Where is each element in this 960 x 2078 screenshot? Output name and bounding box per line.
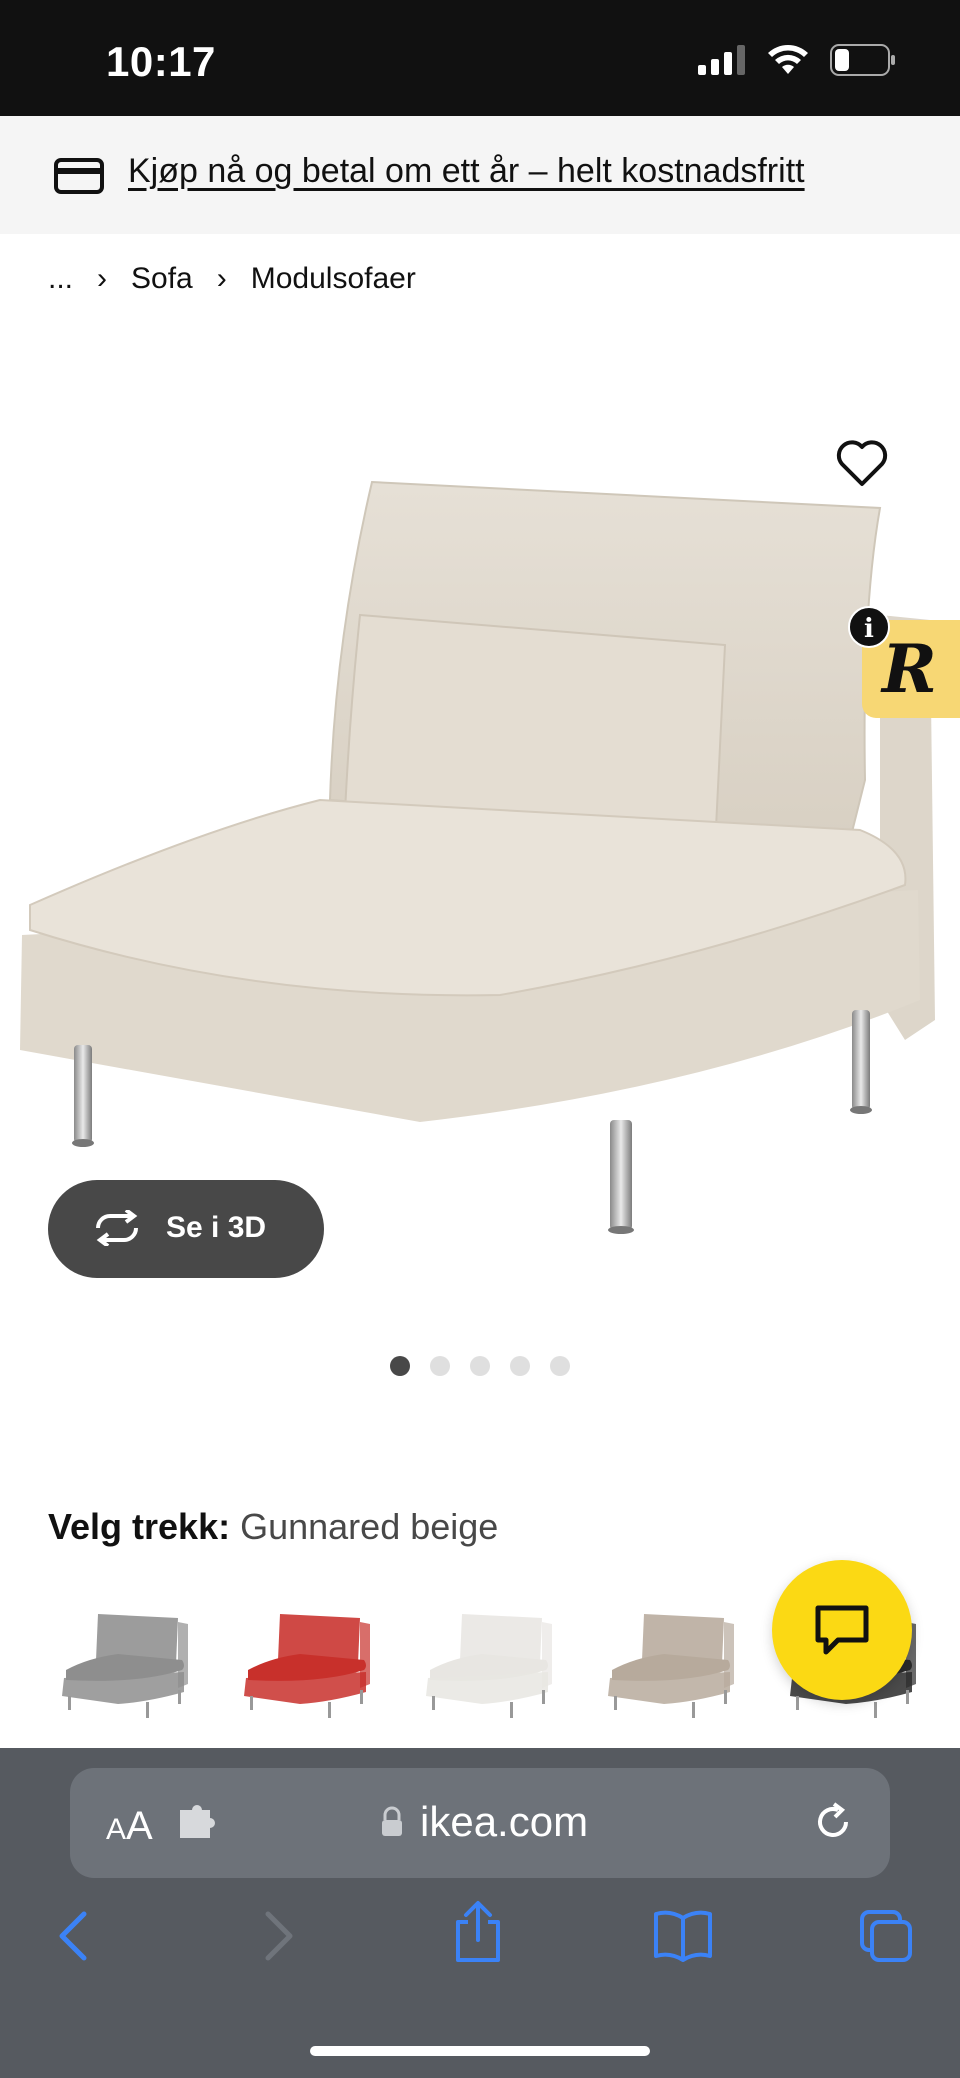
carousel-dot-4[interactable] xyxy=(510,1356,530,1376)
forward-icon[interactable] xyxy=(260,1908,300,1969)
variant-label: Velg trekk: xyxy=(48,1506,231,1547)
view-3d-label: Se i 3D xyxy=(166,1211,267,1244)
back-icon[interactable] xyxy=(52,1908,92,1969)
reload-icon[interactable] xyxy=(812,1800,856,1849)
heart-icon xyxy=(836,440,888,486)
breadcrumb: ... › Sofa › Modulsofaer xyxy=(48,262,416,296)
carousel-dot-2[interactable] xyxy=(430,1356,450,1376)
breadcrumb-item-ellipsis[interactable]: ... xyxy=(48,262,73,296)
breadcrumb-item-sofa[interactable]: Sofa xyxy=(131,262,193,296)
variant-heading: Velg trekk: Gunnared beige xyxy=(48,1506,498,1548)
browser-bar: AA ikea.com xyxy=(0,1748,960,2078)
status-icons xyxy=(698,44,896,81)
variant-value: Gunnared beige xyxy=(240,1506,499,1547)
r-logo-icon: R xyxy=(882,630,937,708)
credit-card-icon xyxy=(54,158,104,199)
promo-banner[interactable]: Kjøp nå og betal om ett år – helt kostna… xyxy=(0,116,960,234)
url-text: ikea.com xyxy=(420,1798,589,1845)
status-bar: 10:17 xyxy=(0,0,960,116)
carousel-dot-3[interactable] xyxy=(470,1356,490,1376)
chevron-right-icon: › xyxy=(97,262,108,295)
breadcrumb-item-modulsofaer[interactable]: Modulsofaer xyxy=(251,262,416,296)
status-time: 10:17 xyxy=(106,38,216,85)
share-icon[interactable] xyxy=(452,1900,504,1969)
battery-icon xyxy=(830,44,896,81)
extension-puzzle-icon[interactable] xyxy=(178,1804,220,1847)
chevron-right-icon: › xyxy=(216,262,227,295)
product-image[interactable] xyxy=(0,440,960,1240)
carousel-dot-1[interactable] xyxy=(390,1356,410,1376)
swatch-beige[interactable] xyxy=(604,1600,754,1730)
bookmarks-icon[interactable] xyxy=(652,1908,714,1969)
rotate-3d-icon xyxy=(92,1208,142,1251)
lock-icon xyxy=(380,1806,404,1843)
swatch-grey[interactable] xyxy=(58,1600,208,1730)
carousel-dot-5[interactable] xyxy=(550,1356,570,1376)
swatch-red[interactable] xyxy=(240,1600,390,1730)
wifi-icon xyxy=(766,44,810,81)
tabs-icon[interactable] xyxy=(858,1908,914,1969)
address-bar[interactable]: AA ikea.com xyxy=(70,1768,890,1878)
home-indicator xyxy=(310,2046,650,2056)
browser-toolbar xyxy=(0,1896,960,1986)
promo-link[interactable]: Kjøp nå og betal om ett år – helt kostna… xyxy=(128,152,805,191)
view-3d-button[interactable]: Se i 3D xyxy=(48,1180,324,1278)
chat-button[interactable] xyxy=(772,1560,912,1700)
chat-bubble-icon xyxy=(815,1605,869,1655)
text-size-button[interactable]: AA xyxy=(106,1804,153,1849)
cellular-signal-icon xyxy=(698,45,746,80)
swatch-white[interactable] xyxy=(422,1600,572,1730)
carousel-indicator xyxy=(390,1356,570,1376)
info-icon[interactable]: i xyxy=(848,606,890,648)
favorite-button[interactable] xyxy=(836,440,888,492)
